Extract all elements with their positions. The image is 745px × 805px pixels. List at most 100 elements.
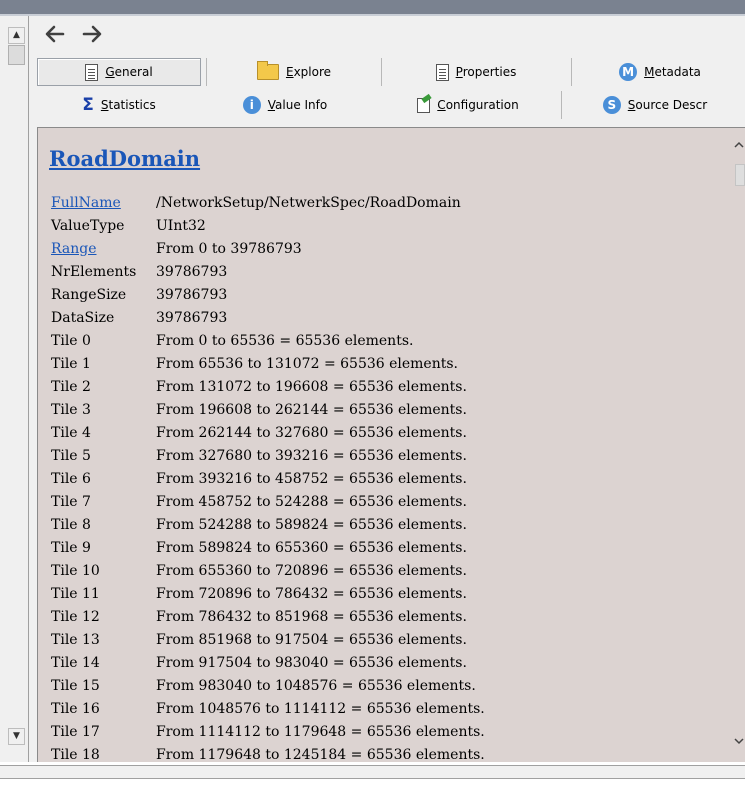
property-row: Tile 11 From 720896 to 786432 = 65536 ele… bbox=[51, 582, 485, 605]
tab-source-descr-label: Source Descr bbox=[627, 98, 708, 112]
property-value: From 458752 to 524288 = 65536 elements. bbox=[156, 493, 467, 510]
property-key: Tile 10 bbox=[51, 562, 100, 579]
pane-splitter[interactable] bbox=[28, 16, 29, 762]
property-key: Tile 9 bbox=[51, 539, 91, 556]
general-content-panel: RoadDomain FullName/NetworkSetup/Netwerk… bbox=[37, 127, 745, 762]
back-button[interactable] bbox=[42, 22, 68, 48]
scroll-down-button[interactable] bbox=[733, 734, 745, 748]
property-key: Tile 17 bbox=[51, 723, 100, 740]
property-key: DataSize bbox=[51, 309, 115, 326]
arrow-right-icon bbox=[82, 25, 102, 43]
tab-statistics-label: Statistics bbox=[100, 98, 156, 112]
sigma-icon: Σ bbox=[82, 95, 94, 115]
property-value: From 262144 to 327680 = 65536 elements. bbox=[156, 424, 467, 441]
property-row: Tile 12 From 786432 to 851968 = 65536 ele… bbox=[51, 605, 485, 628]
page-title[interactable]: RoadDomain bbox=[49, 146, 200, 171]
property-row: Tile 4 From 262144 to 327680 = 65536 elem… bbox=[51, 421, 485, 444]
property-row: ValueType UInt32 bbox=[51, 214, 485, 237]
tab-statistics[interactable]: Σ Statistics bbox=[37, 91, 201, 119]
chevron-down-icon bbox=[734, 738, 744, 745]
arrow-left-icon bbox=[45, 25, 65, 43]
property-row: Tile 10 From 655360 to 720896 = 65536 ele… bbox=[51, 559, 485, 582]
property-key: Tile 7 bbox=[51, 493, 91, 510]
property-row: FullName/NetworkSetup/NetwerkSpec/RoadDo… bbox=[51, 191, 485, 214]
document-icon bbox=[85, 63, 99, 81]
property-value: 39786793 bbox=[156, 263, 228, 280]
info-icon: i bbox=[242, 96, 261, 114]
scroll-thumb[interactable] bbox=[735, 164, 745, 186]
property-key: Tile 4 bbox=[51, 424, 91, 441]
property-row: NrElements 39786793 bbox=[51, 260, 485, 283]
property-value: From 1114112 to 1179648 = 65536 elements… bbox=[156, 723, 485, 740]
content-scrollbar[interactable] bbox=[733, 138, 745, 750]
property-key: Tile 5 bbox=[51, 447, 91, 464]
property-value: From 393216 to 458752 = 65536 elements. bbox=[156, 470, 467, 487]
property-key[interactable]: FullName bbox=[51, 191, 156, 214]
property-key: Tile 12 bbox=[51, 608, 100, 625]
scroll-up-button[interactable] bbox=[733, 138, 745, 152]
property-row: Tile 18 From 1179648 to 1245184 = 65536 e… bbox=[51, 743, 485, 763]
tab-configuration[interactable]: Configuration bbox=[380, 91, 556, 119]
tab-configuration-label: Configuration bbox=[437, 98, 519, 112]
property-row: Tile 14 From 917504 to 983040 = 65536 ele… bbox=[51, 651, 485, 674]
tab-metadata[interactable]: M Metadata bbox=[576, 58, 744, 86]
property-value: From 196608 to 262144 = 65536 elements. bbox=[156, 401, 467, 418]
property-row: Tile 7 From 458752 to 524288 = 65536 elem… bbox=[51, 490, 485, 513]
document-icon bbox=[435, 63, 449, 81]
property-row: RangeSize 39786793 bbox=[51, 283, 485, 306]
property-row: Tile 16 From 1048576 to 1114112 = 65536 e… bbox=[51, 697, 485, 720]
property-value: From 327680 to 393216 = 65536 elements. bbox=[156, 447, 467, 464]
tab-explore-label: Explore bbox=[285, 65, 332, 79]
property-key: NrElements bbox=[51, 263, 137, 280]
chevron-up-icon bbox=[734, 141, 744, 148]
forward-button[interactable] bbox=[79, 22, 105, 48]
property-key: Tile 0 bbox=[51, 332, 91, 349]
property-row: Tile 0 From 0 to 65536 = 65536 elements. bbox=[51, 329, 485, 352]
property-value: From 786432 to 851968 = 65536 elements. bbox=[156, 608, 467, 625]
tab-divider bbox=[571, 58, 572, 86]
configuration-icon bbox=[417, 97, 431, 113]
property-value: From 720896 to 786432 = 65536 elements. bbox=[156, 585, 467, 602]
property-key: Tile 16 bbox=[51, 700, 100, 717]
property-value: From 655360 to 720896 = 65536 elements. bbox=[156, 562, 467, 579]
property-value: From 1048576 to 1114112 = 65536 elements… bbox=[156, 700, 485, 717]
left-scroll-thumb[interactable] bbox=[8, 45, 25, 65]
properties-table: FullName/NetworkSetup/NetwerkSpec/RoadDo… bbox=[51, 191, 485, 763]
property-value: From 851968 to 917504 = 65536 elements. bbox=[156, 631, 467, 648]
property-row: Tile 8 From 524288 to 589824 = 65536 elem… bbox=[51, 513, 485, 536]
tab-divider bbox=[381, 58, 382, 86]
left-scroll-down-button[interactable]: ▼ bbox=[8, 728, 25, 745]
title-bar-divider bbox=[0, 14, 745, 16]
property-value: From 917504 to 983040 = 65536 elements. bbox=[156, 654, 467, 671]
property-key: RangeSize bbox=[51, 286, 127, 303]
metadata-icon: M bbox=[619, 63, 638, 81]
tab-divider bbox=[206, 58, 207, 86]
tab-divider bbox=[561, 91, 562, 119]
horizontal-splitter[interactable] bbox=[0, 765, 745, 779]
property-key: Tile 13 bbox=[51, 631, 100, 648]
property-row: DataSize 39786793 bbox=[51, 306, 485, 329]
property-value: From 1179648 to 1245184 = 65536 elements… bbox=[156, 746, 485, 763]
property-value: From 524288 to 589824 = 65536 elements. bbox=[156, 516, 467, 533]
left-pane bbox=[0, 16, 29, 762]
window-title-bar bbox=[0, 0, 745, 14]
property-value: /NetworkSetup/NetwerkSpec/RoadDomain bbox=[156, 194, 461, 211]
tab-properties[interactable]: Properties bbox=[386, 58, 566, 86]
property-key[interactable]: Range bbox=[51, 237, 156, 260]
property-row: Tile 1 From 65536 to 131072 = 65536 eleme… bbox=[51, 352, 485, 375]
property-row: Tile 5 From 327680 to 393216 = 65536 elem… bbox=[51, 444, 485, 467]
tab-value-info[interactable]: i Value Info bbox=[200, 91, 370, 119]
tab-properties-label: Properties bbox=[455, 65, 517, 79]
tab-general[interactable]: General bbox=[37, 58, 201, 86]
left-scroll-up-button[interactable]: ▲ bbox=[8, 27, 25, 44]
property-key: Tile 6 bbox=[51, 470, 91, 487]
property-key: Tile 15 bbox=[51, 677, 100, 694]
tab-source-descr[interactable]: S Source Descr bbox=[566, 91, 744, 119]
property-key: Tile 18 bbox=[51, 746, 100, 763]
property-row: Tile 17 From 1114112 to 1179648 = 65536 e… bbox=[51, 720, 485, 743]
property-key: Tile 2 bbox=[51, 378, 91, 395]
property-key: Tile 1 bbox=[51, 355, 91, 372]
property-value: From 65536 to 131072 = 65536 elements. bbox=[156, 355, 458, 372]
tab-explore[interactable]: Explore bbox=[212, 58, 376, 86]
property-value: From 131072 to 196608 = 65536 elements. bbox=[156, 378, 467, 395]
